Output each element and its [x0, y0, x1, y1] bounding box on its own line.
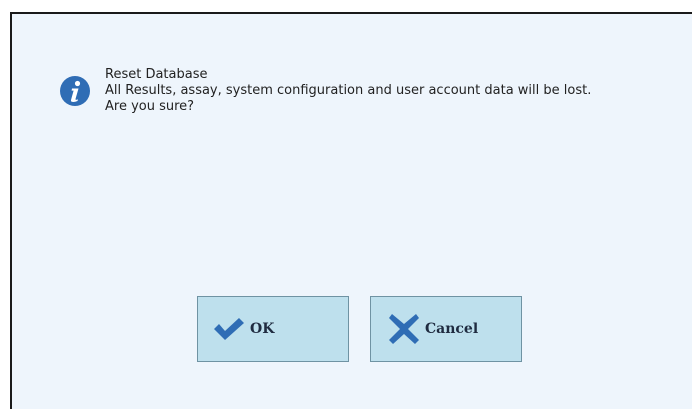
ok-button[interactable]: OK: [197, 296, 349, 362]
message-warning-text: All Results, assay, system configuration…: [105, 83, 592, 98]
cancel-button[interactable]: Cancel: [370, 296, 522, 362]
reset-database-dialog: Reset Database All Results, assay, syste…: [10, 12, 692, 409]
ok-button-label: OK: [250, 321, 275, 337]
info-icon: [60, 76, 90, 106]
cross-icon: [387, 312, 421, 346]
message-confirm-question: Are you sure?: [105, 99, 195, 114]
dialog-message: Reset Database All Results, assay, syste…: [105, 67, 591, 115]
checkmark-icon: [212, 317, 246, 341]
cancel-button-label: Cancel: [425, 321, 479, 337]
message-title: Reset Database: [105, 67, 208, 82]
